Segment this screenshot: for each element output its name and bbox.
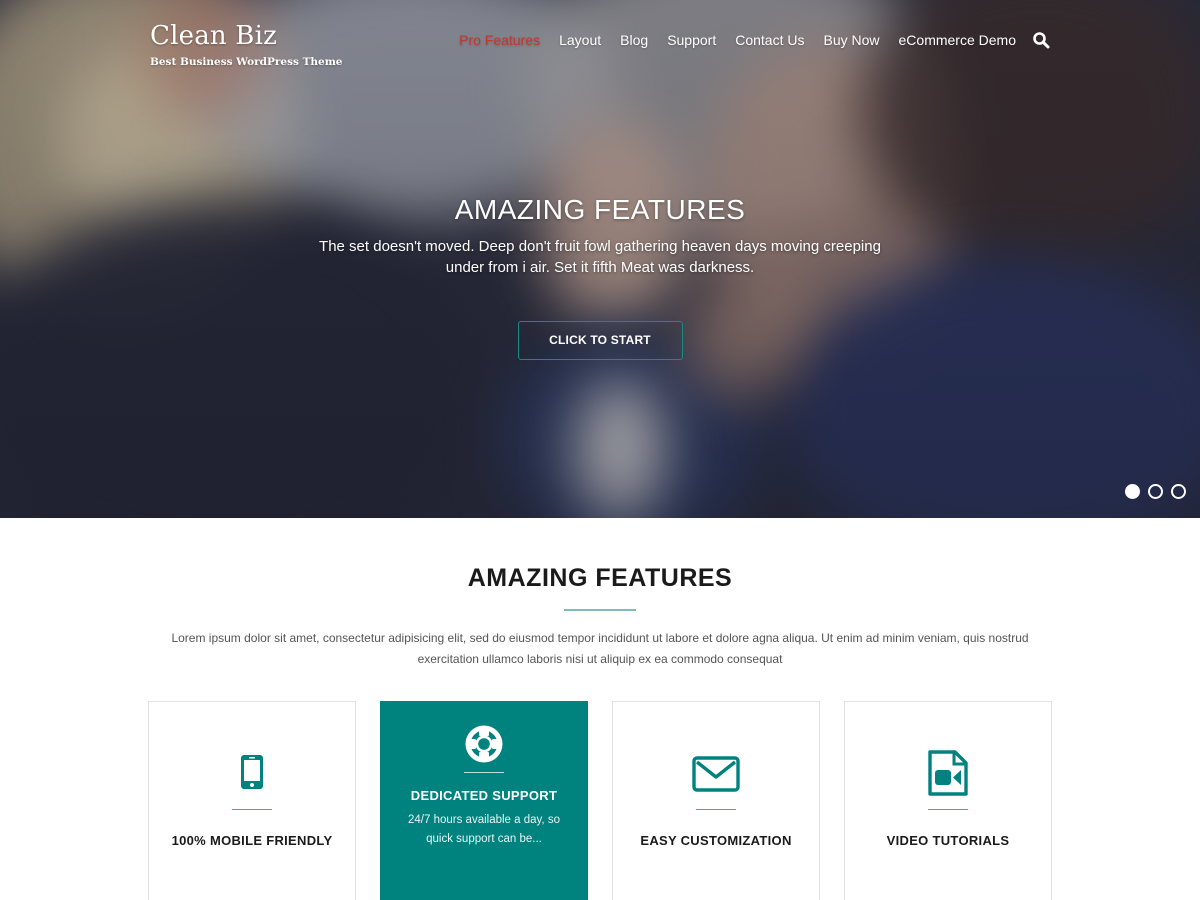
card-divider <box>696 809 736 810</box>
features-title: AMAZING FEATURES <box>467 564 733 592</box>
card-divider <box>928 809 968 810</box>
card-text: 24/7 hours available a day, so quick sup… <box>408 814 560 845</box>
feature-card-dedicated-support[interactable]: DEDICATED SUPPORT 24/7 hours available a… <box>380 701 588 900</box>
slider-pagination <box>1125 484 1186 499</box>
nav-item-ecommerce-demo[interactable]: eCommerce Demo <box>899 30 1016 50</box>
mobile-phone-icon <box>240 754 264 795</box>
nav-item-support[interactable]: Support <box>667 30 716 50</box>
nav-item-buy-now[interactable]: Buy Now <box>823 30 879 50</box>
click-to-start-button[interactable]: CLICK TO START <box>517 321 683 360</box>
slider-dot-2[interactable] <box>1148 484 1163 499</box>
feature-card-mobile-friendly[interactable]: 100% MOBILE FRIENDLY <box>148 701 356 900</box>
card-title: 100% MOBILE FRIENDLY <box>171 833 333 848</box>
feature-card-video-tutorials[interactable]: VIDEO TUTORIALS <box>844 701 1052 900</box>
features-description: Lorem ipsum dolor sit amet, consectetur … <box>171 631 1029 666</box>
slider-dot-3[interactable] <box>1171 484 1186 499</box>
hero-title: AMAZING FEATURES <box>454 194 746 225</box>
nav-item-contact-us[interactable]: Contact Us <box>735 30 804 50</box>
hero-slider: Clean Biz Best Business WordPress Theme … <box>0 0 1200 518</box>
card-divider <box>232 809 272 810</box>
file-video-icon <box>927 749 969 802</box>
card-title: DEDICATED SUPPORT <box>410 788 558 803</box>
nav-item-layout[interactable]: Layout <box>559 30 601 50</box>
card-title: VIDEO TUTORIALS <box>886 833 1010 848</box>
site-logo[interactable]: Clean Biz Best Business WordPress Theme <box>150 20 343 68</box>
site-header: Clean Biz Best Business WordPress Theme … <box>0 0 1200 90</box>
nav-item-blog[interactable]: Blog <box>620 30 648 50</box>
nav-item-pro-features[interactable]: Pro Features <box>459 30 540 50</box>
features-section: AMAZING FEATURES Lorem ipsum dolor sit a… <box>0 563 1200 900</box>
card-divider <box>464 772 504 773</box>
feature-cards: 100% MOBILE FRIENDLY DEDICATED SUPPORT 2… <box>0 701 1200 900</box>
life-ring-icon <box>464 724 504 769</box>
main-navigation: Pro Features Layout Blog Support Contact… <box>440 30 1050 50</box>
envelope-icon <box>692 756 740 797</box>
feature-card-easy-customization[interactable]: EASY CUSTOMIZATION <box>612 701 820 900</box>
hero-caption: AMAZING FEATURES The set doesn't moved. … <box>0 192 1200 360</box>
site-title[interactable]: Clean Biz <box>150 20 343 52</box>
search-icon[interactable] <box>1032 31 1050 49</box>
title-divider <box>564 609 636 611</box>
hero-text: The set doesn't moved. Deep don't fruit … <box>319 238 881 276</box>
card-title: EASY CUSTOMIZATION <box>640 833 792 848</box>
site-tagline: Best Business WordPress Theme <box>150 56 343 68</box>
slider-dot-1[interactable] <box>1125 484 1140 499</box>
